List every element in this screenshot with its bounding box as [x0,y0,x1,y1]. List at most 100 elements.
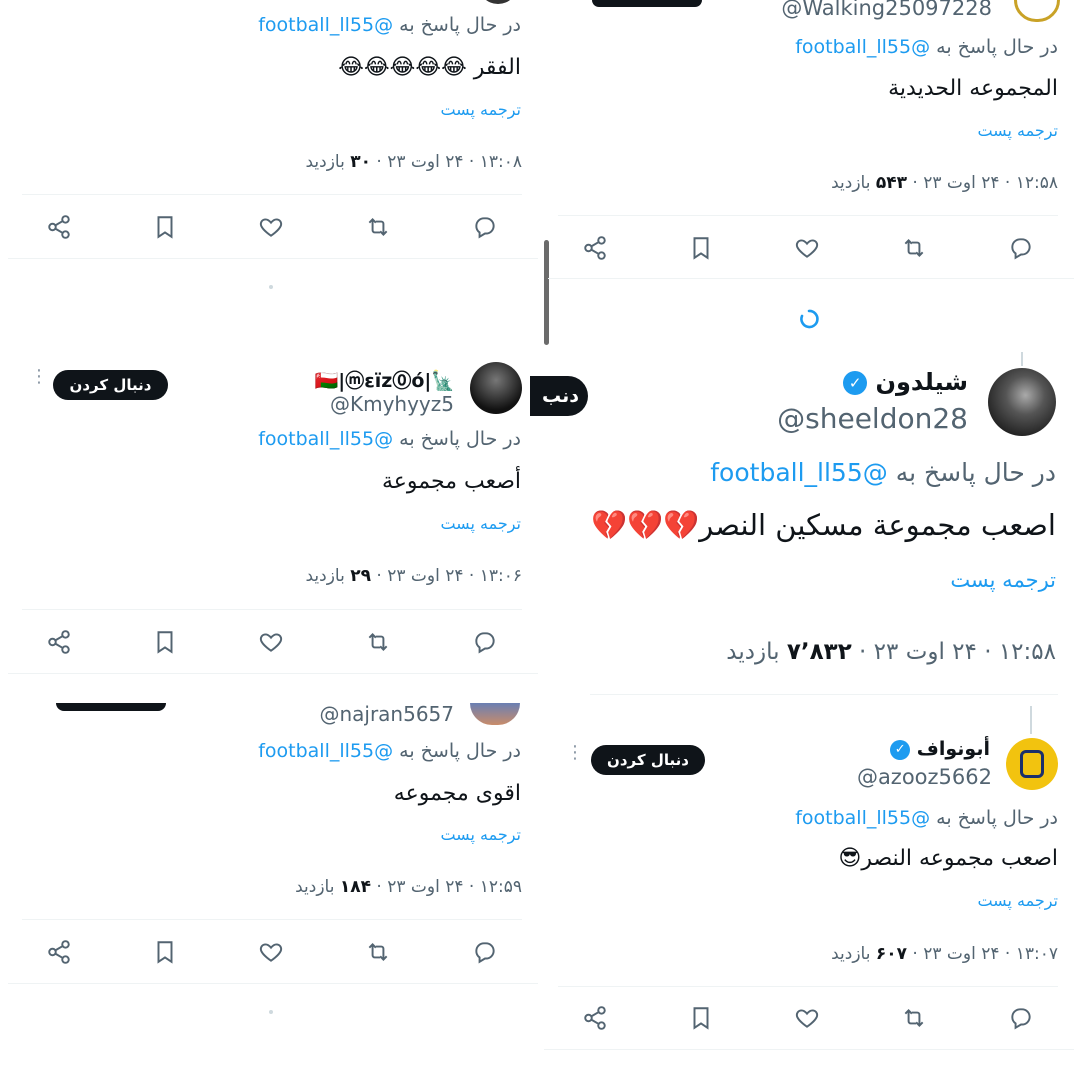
follow-button-partial[interactable] [56,703,166,711]
reply-line: در حال پاسخ به @football_ll55 [760,807,1058,829]
reply-line: در حال پاسخ به @football_ll55 [640,458,1056,487]
tweet-text: الفقر 😂😂😂😂😂 [338,55,521,80]
avatar[interactable] [1006,738,1058,790]
reply-icon[interactable] [1008,1005,1034,1031]
user-handle[interactable]: @najran5657 [280,702,454,726]
retweet-icon[interactable] [900,235,928,261]
retweet-icon[interactable] [364,939,392,965]
tweet-text: اصعب مجموعة مسكين النصر💔💔💔 [590,508,1056,542]
reply-line: در حال پاسخ به @football_ll55 [245,740,521,762]
reply-prefix: در حال پاسخ به [936,807,1058,829]
tweet-views: ۲۹ [350,566,372,586]
tweet-time: ۱۳:۰۷ · ۲۴ اوت ۲۳ · [912,944,1058,964]
divider [8,258,538,259]
avatar-partial[interactable] [478,0,518,4]
follow-button[interactable]: دنبال کردن [591,745,705,775]
tweet-views: ۷٬۸۳۲ [786,639,852,665]
translate-link[interactable]: ترجمه پست [918,891,1058,910]
reply-prefix: در حال پاسخ به [399,740,521,762]
like-icon[interactable] [258,214,284,240]
tweet-meta: ۱۳:۰۶ · ۲۴ اوت ۲۳ · ۲۹ بازدید [260,566,522,586]
reply-mention-link[interactable]: @football_ll55 [258,740,393,762]
action-bar [582,1003,1034,1033]
verified-icon: ✓ [890,739,911,760]
tweet-text: المجموعه الحديدية [888,76,1058,101]
bookmark-icon[interactable] [688,235,714,261]
avatar-partial[interactable] [470,703,520,725]
like-icon[interactable] [258,629,284,655]
tweet-text: اصعب مجموعه النصر😎 [838,846,1058,871]
follow-button[interactable]: دنبال کردن [53,370,168,400]
reply-line: در حال پاسخ به @football_ll55 [245,428,521,450]
divider [22,609,522,610]
reply-icon[interactable] [1008,235,1034,261]
translate-link[interactable]: ترجمه پست [380,100,521,119]
display-name[interactable]: 🇴🇲|ⓜεïz⓪ó|🗽 [290,366,455,393]
retweet-icon[interactable] [364,629,392,655]
share-icon[interactable] [46,939,72,965]
user-handle[interactable]: @Kmyhyyz5 [290,392,454,416]
retweet-icon[interactable] [900,1005,928,1031]
like-icon[interactable] [794,1005,820,1031]
more-icon[interactable]: ⋮ [566,744,584,762]
reply-mention-link[interactable]: @football_ll55 [258,14,393,36]
tweet-time: ۱۲:۵۸ · ۲۴ اوت ۲۳ · [859,639,1056,665]
loading-spinner-icon [798,308,820,334]
divider [558,986,1058,987]
loading-dot [269,285,273,289]
divider [548,278,1074,279]
tweet-time: ۱۲:۵۸ · ۲۴ اوت ۲۳ · [912,173,1058,193]
translate-link[interactable]: ترجمه پست [380,825,521,844]
reply-mention-link[interactable]: @football_ll55 [710,458,887,487]
reply-prefix: در حال پاسخ به [399,428,521,450]
follow-button-partial[interactable] [592,0,702,7]
action-bar [46,212,498,242]
user-handle[interactable]: @Walking25097228 [760,0,992,20]
reply-mention-link[interactable]: @football_ll55 [258,428,393,450]
avatar[interactable] [988,368,1056,436]
translate-link[interactable]: ترجمه پست [380,514,521,533]
divider [22,919,522,920]
share-icon[interactable] [582,1005,608,1031]
reply-prefix: در حال پاسخ به [895,458,1056,487]
tweet-views: ۵۴۳ [875,173,908,193]
user-handle[interactable]: @azooz5662 [820,765,992,789]
translate-link[interactable]: ترجمه پست [918,121,1058,140]
tweet-text: اقوى مجموعه [393,781,521,806]
tweet-text: أصعب مجموعة [382,469,521,494]
avatar[interactable] [470,362,522,414]
tweet-meta: ۱۳:۰۸ · ۲۴ اوت ۲۳ · ۳۰ بازدید [260,152,522,172]
views-label: بازدید [831,944,871,964]
avatar-partial[interactable] [1014,0,1060,22]
follow-button-partial[interactable]: دنب [530,376,588,416]
divider [544,1049,1074,1050]
share-icon[interactable] [582,235,608,261]
display-name[interactable]: شيلدون ✓ [780,368,968,396]
reply-mention-link[interactable]: @football_ll55 [795,36,930,58]
reply-prefix: در حال پاسخ به [936,36,1058,58]
bookmark-icon[interactable] [152,214,178,240]
share-icon[interactable] [46,214,72,240]
views-label: بازدید [305,152,345,172]
translate-link[interactable]: ترجمه پست [880,568,1056,592]
bookmark-icon[interactable] [152,629,178,655]
tweet-views: ۳۰ [350,152,372,172]
display-name-text: شيلدون [875,368,968,396]
more-icon[interactable]: ⋮ [30,368,48,386]
scrollbar[interactable] [544,240,549,345]
retweet-icon[interactable] [364,214,392,240]
bookmark-icon[interactable] [688,1005,714,1031]
user-handle[interactable]: @sheeldon28 [740,402,968,435]
reply-mention-link[interactable]: @football_ll55 [795,807,930,829]
thread-line [1021,352,1023,366]
share-icon[interactable] [46,629,72,655]
bookmark-icon[interactable] [152,939,178,965]
reply-icon[interactable] [472,629,498,655]
display-name[interactable]: أبونواف ✓ [840,738,990,760]
tweet-meta: ۱۲:۵۸ · ۲۴ اوت ۲۳ · ۷٬۸۳۲ بازدید [660,639,1056,665]
like-icon[interactable] [794,235,820,261]
like-icon[interactable] [258,939,284,965]
thread-line [1030,706,1032,734]
reply-icon[interactable] [472,214,498,240]
reply-icon[interactable] [472,939,498,965]
